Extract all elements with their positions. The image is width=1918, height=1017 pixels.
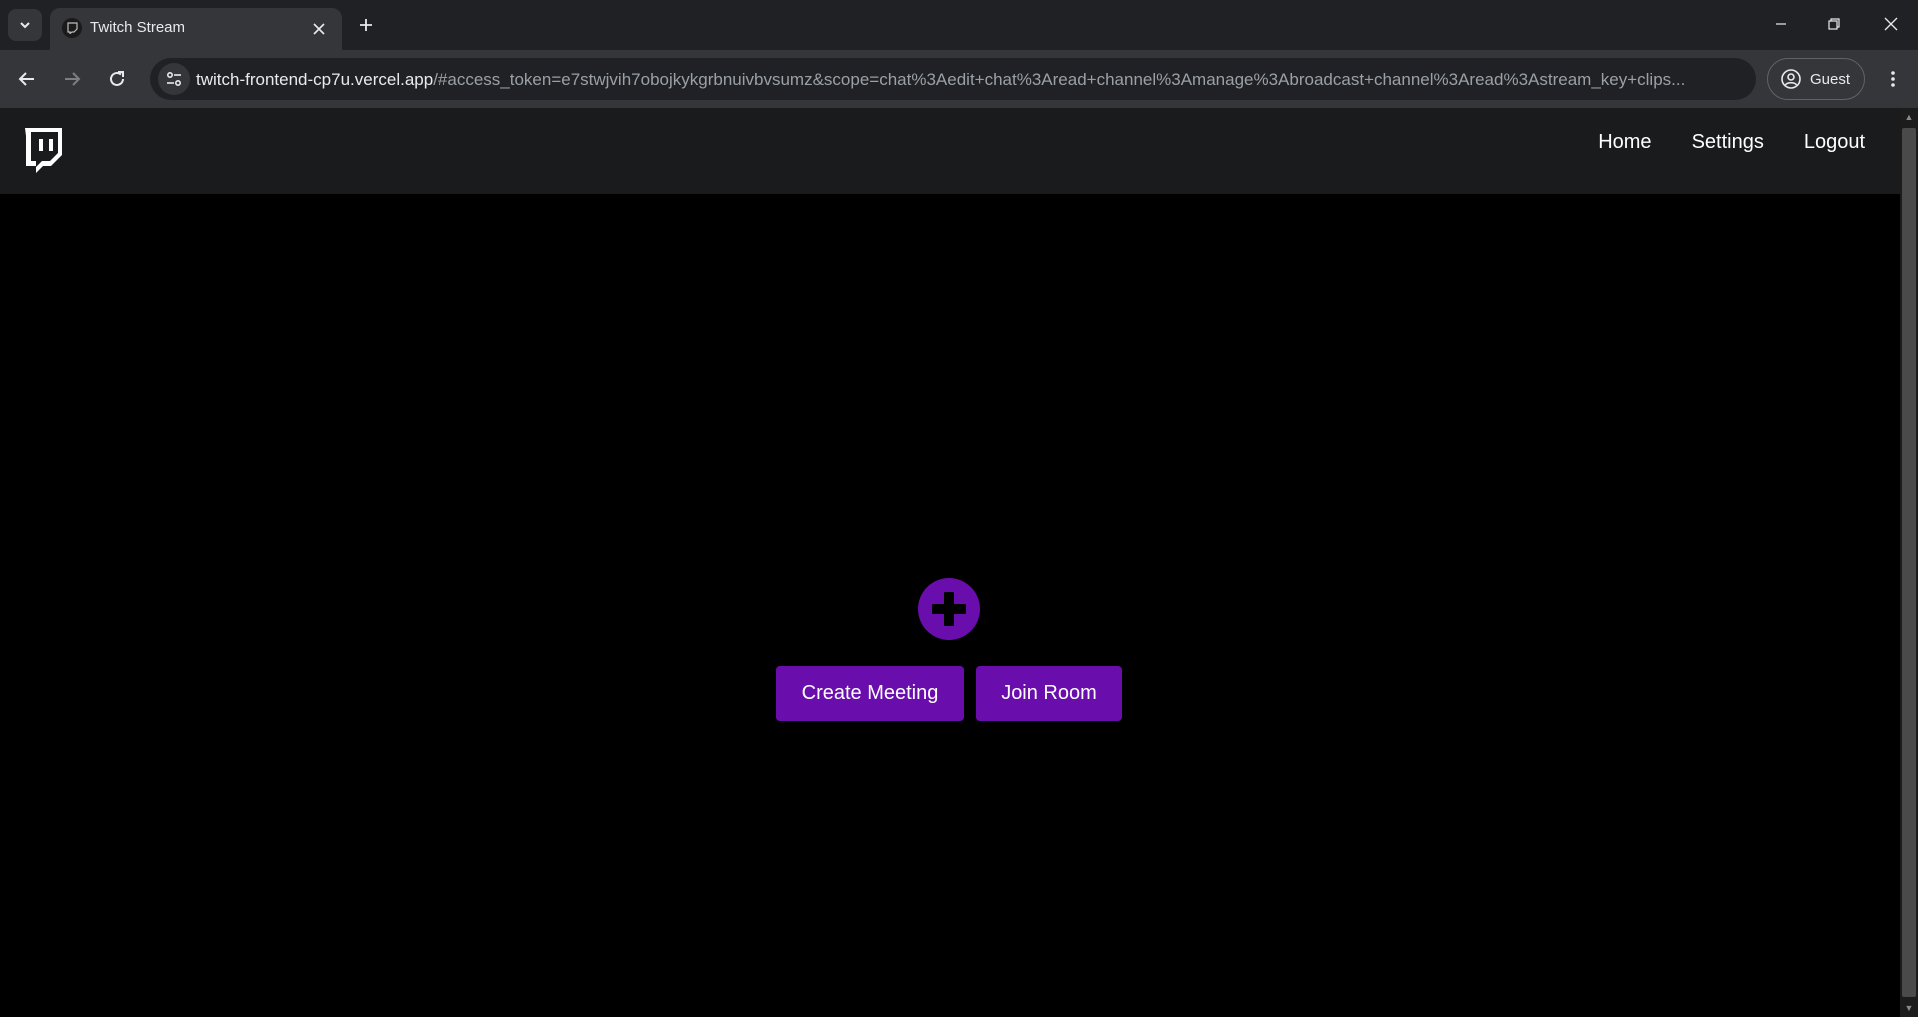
more-vertical-icon xyxy=(1891,71,1895,87)
user-circle-icon xyxy=(1781,69,1801,89)
browser-menu-button[interactable] xyxy=(1876,62,1910,96)
minimize-icon xyxy=(1776,23,1786,25)
address-bar[interactable]: twitch-frontend-cp7u.vercel.app/#access_… xyxy=(150,58,1756,100)
scroll-down-icon[interactable]: ▼ xyxy=(1904,1003,1914,1013)
scroll-up-icon[interactable]: ▲ xyxy=(1904,112,1914,122)
meeting-actions: Create Meeting Join Room xyxy=(776,578,1122,721)
plus-icon xyxy=(918,578,980,640)
nav-link-settings[interactable]: Settings xyxy=(1692,131,1764,154)
minimize-button[interactable] xyxy=(1758,8,1804,40)
url-text: twitch-frontend-cp7u.vercel.app/#access_… xyxy=(196,70,1736,90)
profile-button[interactable]: Guest xyxy=(1767,58,1865,100)
tune-icon xyxy=(166,71,182,87)
site-info-button[interactable] xyxy=(158,63,190,95)
tab-search-button[interactable] xyxy=(8,9,42,41)
back-button[interactable] xyxy=(10,62,44,96)
chevron-down-icon xyxy=(20,22,30,29)
join-room-button[interactable]: Join Room xyxy=(976,666,1122,721)
arrow-right-icon xyxy=(65,72,81,86)
reload-icon xyxy=(110,71,124,86)
close-icon xyxy=(1884,17,1898,31)
twitch-glitch-icon[interactable] xyxy=(22,128,62,174)
restore-icon xyxy=(1828,18,1840,30)
browser-tab-strip: Twitch Stream xyxy=(0,0,1918,50)
scrollbar-thumb[interactable] xyxy=(1902,128,1916,997)
profile-label: Guest xyxy=(1810,70,1851,88)
url-path: /#access_token=e7stwjvih7obojkykgrbnuivb… xyxy=(433,70,1686,89)
close-window-button[interactable] xyxy=(1868,8,1914,40)
nav-link-home[interactable]: Home xyxy=(1598,131,1651,154)
forward-button[interactable] xyxy=(55,62,89,96)
close-icon xyxy=(313,23,325,35)
create-meeting-button[interactable]: Create Meeting xyxy=(776,666,964,721)
nav-links: Home Settings Logout xyxy=(1598,131,1865,154)
url-host: twitch-frontend-cp7u.vercel.app xyxy=(196,70,434,89)
new-tab-button[interactable] xyxy=(352,11,380,39)
restore-button[interactable] xyxy=(1811,8,1857,40)
reload-button[interactable] xyxy=(100,62,134,96)
tab-close-button[interactable] xyxy=(308,18,330,40)
tab-title: Twitch Stream xyxy=(90,19,186,36)
plus-icon xyxy=(360,19,372,31)
nav-link-logout[interactable]: Logout xyxy=(1804,131,1865,154)
page-viewport: Home Settings Logout Create Meeting Join… xyxy=(0,108,1900,1017)
arrow-left-icon xyxy=(18,72,34,86)
twitch-favicon-icon xyxy=(62,18,82,38)
site-navbar: Home Settings Logout xyxy=(0,108,1900,194)
page-scrollbar[interactable]: ▲ ▼ xyxy=(1900,108,1918,1017)
browser-toolbar: twitch-frontend-cp7u.vercel.app/#access_… xyxy=(0,50,1918,108)
browser-tab[interactable]: Twitch Stream xyxy=(50,8,342,50)
